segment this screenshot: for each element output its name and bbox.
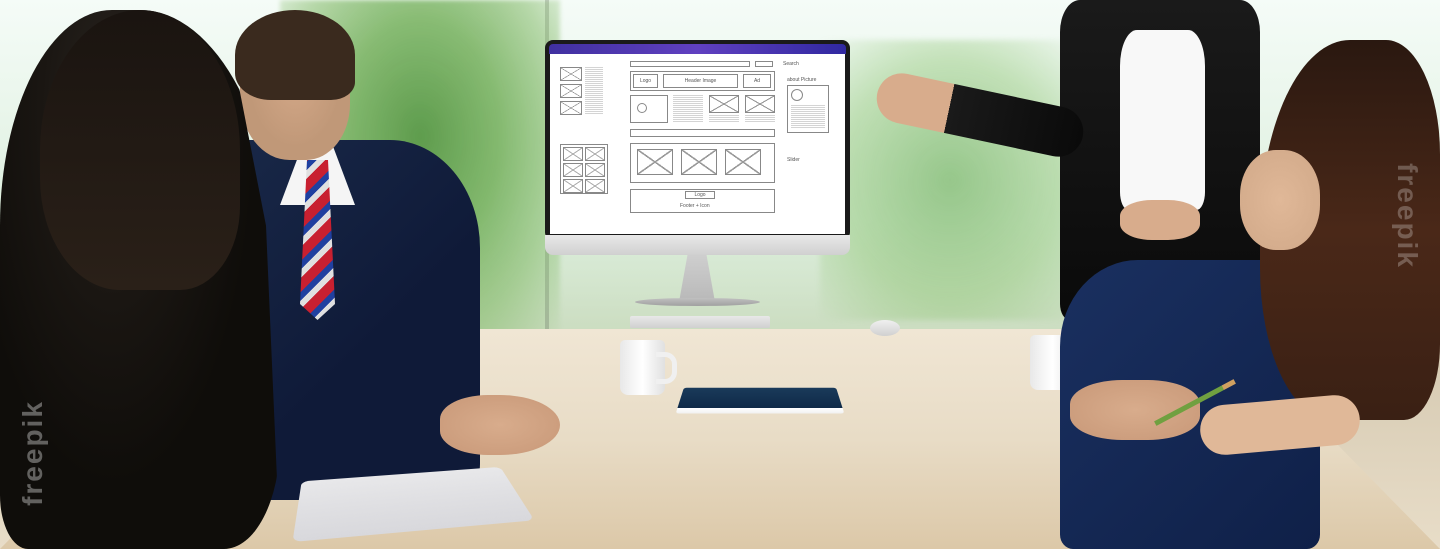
watermark-text: freepik — [1391, 163, 1423, 269]
coffee-mug — [620, 340, 665, 395]
notebook-folder — [676, 388, 845, 414]
monitor-screen: Search Logo Header Image Ad — [550, 54, 845, 234]
wireframe-label-search: Search — [783, 61, 799, 67]
wireframe-mockup: Search Logo Header Image Ad — [555, 59, 840, 229]
wireframe-label-logo: Logo — [640, 78, 651, 84]
wireframe-label-ad: Ad — [754, 78, 760, 84]
watermark-text: freepik — [17, 400, 49, 506]
desktop-monitor: Search Logo Header Image Ad — [545, 40, 850, 290]
wireframe-label-header-image: Header Image — [685, 78, 717, 84]
keyboard — [630, 316, 770, 328]
wireframe-label-footer: Footer + Icon — [680, 203, 710, 209]
computer-mouse — [870, 320, 900, 336]
wireframe-label-slider: Slider — [787, 157, 800, 163]
wireframe-label-footer-logo: Logo — [694, 192, 705, 198]
wireframe-label-about: about Picture — [787, 77, 816, 83]
person-seated-woman-right — [1200, 40, 1440, 549]
hand-on-table — [440, 395, 560, 455]
